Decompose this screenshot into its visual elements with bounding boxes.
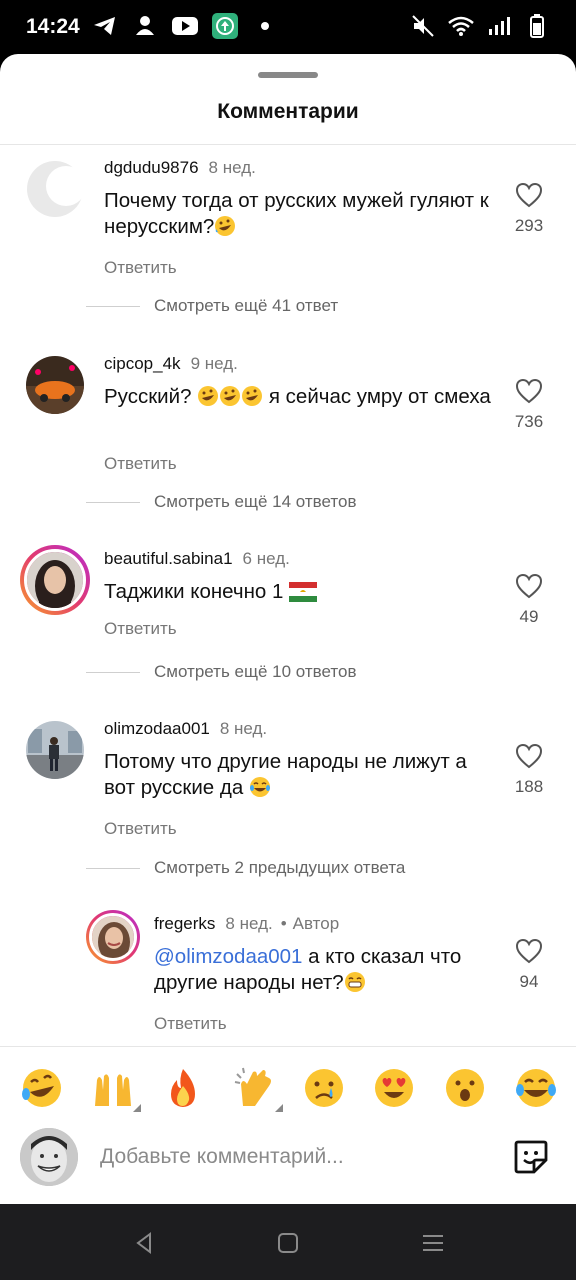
- like-count: 94: [519, 972, 539, 991]
- avatar[interactable]: [26, 721, 84, 779]
- heart-icon: [515, 573, 543, 599]
- fire-emoji-button[interactable]: [161, 1066, 205, 1110]
- like-count: 293: [514, 216, 544, 235]
- comment-time: 8 нед.: [219, 719, 268, 738]
- comment-text: Почему тогда от русских мужей гуляют к н…: [104, 189, 489, 238]
- view-more-replies[interactable]: Смотреть ещё 41 ответ: [86, 296, 338, 316]
- emoji-quick-bar: [0, 1066, 576, 1112]
- reply-button[interactable]: Ответить: [154, 1014, 227, 1034]
- heart-icon: [515, 938, 543, 964]
- like-button[interactable]: 293: [512, 182, 546, 236]
- avatar: [89, 913, 137, 961]
- avatar: [24, 549, 86, 611]
- wifi-icon: [448, 12, 474, 40]
- comment-text: Потому что другие народы не лижут а вот …: [104, 750, 467, 799]
- rofl-emoji-button[interactable]: [20, 1066, 64, 1110]
- joy-emoji: [249, 777, 270, 797]
- like-count: 188: [514, 777, 544, 796]
- recents-icon[interactable]: [418, 1228, 448, 1258]
- like-button[interactable]: 188: [512, 743, 546, 797]
- comment-username[interactable]: beautiful.sabina1: [104, 549, 233, 568]
- reply-text: @olimzodaa001 а кто сказал что другие на…: [154, 945, 462, 994]
- comment-text: Таджики конечно 1: [104, 579, 494, 605]
- reply-button[interactable]: Ответить: [104, 454, 177, 474]
- avatar-story-ring[interactable]: [86, 910, 140, 964]
- rofl-emoji: [220, 386, 241, 406]
- reply-button[interactable]: Ответить: [104, 619, 177, 639]
- tajikistan-flag-emoji: [289, 582, 318, 602]
- reply-time: 8 нед.: [225, 914, 273, 933]
- rofl-emoji: [242, 386, 263, 406]
- avatar[interactable]: [26, 160, 84, 218]
- comment-time: 8 нед.: [208, 158, 256, 177]
- comment-username[interactable]: dgdudu9876: [104, 158, 199, 177]
- author-badge: Автор: [292, 914, 340, 933]
- comment-username[interactable]: cipcop_4k: [104, 354, 181, 373]
- status-time: 14:24: [26, 15, 80, 38]
- home-icon[interactable]: [273, 1228, 303, 1258]
- cry-emoji-button[interactable]: [302, 1066, 346, 1110]
- sheet-title: Комментарии: [217, 100, 359, 123]
- like-button[interactable]: 94: [512, 938, 546, 992]
- comment-input-row: [0, 1126, 576, 1188]
- dot-icon: [252, 12, 278, 40]
- telegram-icon: [92, 12, 118, 40]
- like-button[interactable]: 49: [512, 573, 546, 627]
- clap-emoji-button[interactable]: [233, 1066, 283, 1112]
- my-avatar: [20, 1128, 78, 1186]
- comment-username[interactable]: olimzodaa001: [104, 719, 210, 738]
- view-more-replies[interactable]: Смотреть ещё 14 ответов: [86, 492, 356, 512]
- mention-link[interactable]: @olimzodaa001: [154, 945, 302, 968]
- mute-icon: [410, 12, 436, 40]
- reply-button[interactable]: Ответить: [104, 819, 177, 839]
- heart-icon: [515, 182, 543, 208]
- emoji-bar-divider: [0, 1046, 576, 1047]
- reply-username[interactable]: fregerks: [154, 914, 215, 933]
- title-divider: [0, 144, 576, 145]
- comment-input[interactable]: [100, 1140, 480, 1174]
- signal-icon: [486, 12, 512, 40]
- comment-text: Русский? я сейчас умру от смеха: [104, 385, 491, 408]
- rofl-emoji: [215, 216, 236, 236]
- system-nav-bar: [0, 1204, 576, 1280]
- comments-sheet: Комментарии dgdudu9876 8 нед. Почему тогд…: [0, 54, 576, 1204]
- heart-icon: [515, 743, 543, 769]
- upload-app-icon: [212, 12, 238, 40]
- heart-icon: [515, 378, 543, 404]
- grin-emoji: [344, 972, 365, 992]
- battery-icon: [524, 12, 550, 40]
- drag-handle[interactable]: [258, 72, 318, 78]
- view-previous-replies[interactable]: Смотреть 2 предыдущих ответа: [86, 858, 405, 878]
- comment-time: 9 нед.: [190, 354, 238, 373]
- status-bar: 14:24: [0, 0, 576, 54]
- reply-button[interactable]: Ответить: [104, 258, 177, 278]
- like-count: 736: [514, 412, 544, 431]
- open-mouth-emoji-button[interactable]: [443, 1066, 487, 1110]
- like-count: 49: [519, 607, 539, 626]
- comment-time: 6 нед.: [242, 549, 290, 568]
- avatar-story-ring[interactable]: [20, 545, 90, 615]
- sticker-icon[interactable]: [512, 1138, 550, 1176]
- youtube-icon: [172, 12, 198, 40]
- joy-emoji-button[interactable]: [514, 1066, 558, 1110]
- raised-hands-emoji-button[interactable]: [91, 1066, 141, 1112]
- heart-eyes-emoji-button[interactable]: [372, 1066, 416, 1110]
- rofl-emoji: [198, 386, 219, 406]
- like-button[interactable]: 736: [512, 378, 546, 432]
- view-more-replies[interactable]: Смотреть ещё 10 ответов: [86, 662, 356, 682]
- avatar[interactable]: [26, 356, 84, 414]
- person-icon: [132, 12, 158, 40]
- back-icon[interactable]: [130, 1228, 160, 1258]
